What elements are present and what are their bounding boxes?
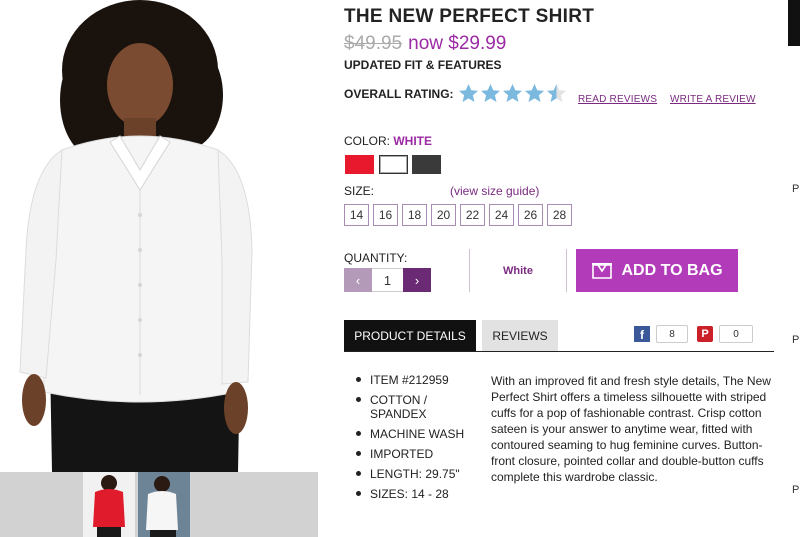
add-to-bag-button[interactable]: ADD TO BAG xyxy=(576,249,738,292)
feature-list: ITEM #212959 COTTON / SPANDEX MACHINE WA… xyxy=(356,373,476,507)
add-to-bag-label: ADD TO BAG xyxy=(621,261,723,279)
edge-text: Pl xyxy=(792,334,800,346)
model-photo xyxy=(0,0,318,472)
product-description: With an improved fit and fresh style det… xyxy=(491,374,771,484)
sale-price: now $29.99 xyxy=(408,33,507,54)
size-option-24[interactable]: 24 xyxy=(489,204,514,226)
facebook-share-count: 8 xyxy=(656,325,688,343)
size-option-28[interactable]: 28 xyxy=(547,204,572,226)
list-item: IMPORTED xyxy=(356,447,476,461)
size-option-20[interactable]: 20 xyxy=(431,204,456,226)
list-item: SIZES: 14 - 28 xyxy=(356,487,476,501)
product-subtitle: UPDATED FIT & FEATURES xyxy=(344,58,502,72)
swatch-red[interactable] xyxy=(345,155,374,174)
size-option-16[interactable]: 16 xyxy=(373,204,398,226)
tab-reviews[interactable]: REVIEWS xyxy=(482,320,558,351)
color-label-text: COLOR: xyxy=(344,134,391,148)
thumbnail-lifestyle-photo xyxy=(138,472,190,537)
pinterest-share[interactable]: P 0 xyxy=(697,325,753,343)
product-main-image xyxy=(0,0,318,472)
list-item: COTTON / SPANDEX xyxy=(356,393,476,421)
side-panel-edge xyxy=(788,0,800,46)
thumbnail-lifestyle[interactable] xyxy=(138,472,190,537)
thumbnail-red-photo xyxy=(83,472,135,537)
tab-product-details[interactable]: PRODUCT DETAILS xyxy=(344,320,476,351)
quantity-decrease-button[interactable]: ‹ xyxy=(344,268,372,292)
star-icon xyxy=(459,84,478,102)
tab-divider xyxy=(344,351,774,352)
rating-label: OVERALL RATING: xyxy=(344,87,454,101)
size-option-14[interactable]: 14 xyxy=(344,204,369,226)
size-guide-link[interactable]: (view size guide) xyxy=(450,184,539,198)
write-review-link[interactable]: WRITE A REVIEW xyxy=(670,94,756,105)
pinterest-icon[interactable]: P xyxy=(697,326,713,342)
star-rating xyxy=(458,83,567,104)
product-title: THE NEW PERFECT SHIRT xyxy=(344,6,595,27)
size-option-18[interactable]: 18 xyxy=(402,204,427,226)
list-item: MACHINE WASH xyxy=(356,427,476,441)
quantity-label: QUANTITY: xyxy=(344,251,408,265)
thumbnail-red-shirt[interactable] xyxy=(83,472,135,537)
color-label: COLOR: WHITE xyxy=(344,134,432,148)
size-options: 14 16 18 20 22 24 26 28 xyxy=(344,204,572,226)
quantity-value[interactable]: 1 xyxy=(372,268,403,292)
size-option-26[interactable]: 26 xyxy=(518,204,543,226)
edge-text: Pl xyxy=(792,484,800,496)
selected-color-name: WHITE xyxy=(393,134,433,148)
facebook-share[interactable]: f 8 xyxy=(634,325,688,343)
swatch-black[interactable] xyxy=(412,155,441,174)
quantity-increase-button[interactable]: › xyxy=(403,268,431,292)
size-option-22[interactable]: 22 xyxy=(460,204,485,226)
price: $49.95 now $29.99 xyxy=(344,33,506,55)
star-icon xyxy=(547,84,566,102)
facebook-icon[interactable]: f xyxy=(634,326,650,342)
list-item: LENGTH: 29.75" xyxy=(356,467,476,481)
selected-color-display: White xyxy=(469,249,567,292)
read-reviews-link[interactable]: READ REVIEWS xyxy=(578,94,657,105)
swatch-white[interactable] xyxy=(379,155,408,174)
size-label: SIZE: xyxy=(344,184,375,198)
edge-text: Pl xyxy=(792,183,800,195)
pinterest-share-count: 0 xyxy=(719,325,753,343)
shopping-bag-icon xyxy=(592,263,613,279)
old-price: $49.95 xyxy=(344,33,403,54)
thumbnail-strip xyxy=(0,472,318,537)
star-icon xyxy=(503,84,522,102)
quantity-stepper: ‹ 1 › xyxy=(344,268,431,292)
star-icon xyxy=(525,84,544,102)
list-item: ITEM #212959 xyxy=(356,373,476,387)
star-icon xyxy=(481,84,500,102)
